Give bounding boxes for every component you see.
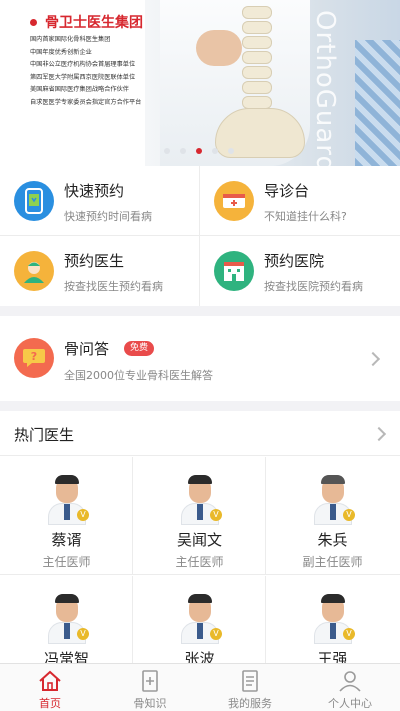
- doctor-icon: [14, 251, 54, 291]
- knowledge-icon: [142, 670, 158, 692]
- tab-label: 个人中心: [328, 697, 372, 710]
- verified-icon: V: [343, 509, 355, 521]
- doctor-card[interactable]: V 吴闻文 主任医师: [133, 457, 266, 575]
- doctor-title: 主任医师: [175, 555, 224, 569]
- bone-qa-entry[interactable]: ? 骨问答 免费 全国2000位专业骨科医生解答: [0, 316, 400, 401]
- banner-watermark: OrthoGuard: [310, 10, 340, 166]
- doctor-title: 副主任医师: [302, 555, 363, 569]
- entry-title: 预约医院: [264, 252, 325, 270]
- verified-icon: V: [77, 509, 89, 521]
- brand-dot-icon: [30, 18, 37, 26]
- brand-line: 中国非公立医疗机构协会首届理事单位: [30, 61, 136, 69]
- book-hospital-entry[interactable]: 预约医院 按查找医院预约看病: [200, 236, 400, 306]
- brand-line: 自求医医学专家委员会指定官方合作平台: [30, 98, 142, 106]
- entry-subtitle: 不知道挂什么科?: [264, 210, 347, 223]
- carousel-dot[interactable]: [212, 148, 218, 154]
- hospital-bed-icon: [214, 181, 254, 221]
- tab-knowledge[interactable]: 骨知识: [100, 664, 200, 711]
- brand-title: 骨卫士医生集团: [45, 15, 143, 31]
- doctor-card[interactable]: V 朱兵 副主任医师: [266, 457, 400, 575]
- promo-banner[interactable]: OrthoGuard 骨卫士医生集团 国内首家国际化骨科医生集团 中国年度优秀创…: [0, 0, 400, 166]
- book-doctor-entry[interactable]: 预约医生 按查找医生预约看病: [0, 236, 200, 306]
- entry-subtitle: 按查找医生预约看病: [64, 280, 163, 293]
- tab-label: 首页: [39, 697, 61, 710]
- chevron-right-icon: [371, 426, 387, 442]
- carousel-dot[interactable]: [164, 148, 170, 154]
- triage-desk-entry[interactable]: 导诊台 不知道挂什么科?: [200, 166, 400, 236]
- verified-icon: V: [210, 628, 222, 640]
- chevron-right-icon: [365, 351, 381, 367]
- doctor-title: 主任医师: [42, 555, 91, 569]
- entry-subtitle: 快速预约时间看病: [64, 210, 152, 223]
- qa-title: 骨问答: [64, 340, 110, 358]
- brand-line: 中国年度优秀创新企业: [30, 48, 92, 56]
- bottom-tab-bar: 首页 骨知识 我的服务 个人中心: [0, 663, 400, 711]
- entry-title: 导诊台: [264, 182, 310, 200]
- quick-entry-grid: 快速预约 快速预约时间看病 导诊台 不知道挂什么科? 预约医生 按查找医生预约看…: [0, 166, 400, 306]
- tab-profile[interactable]: 个人中心: [300, 664, 400, 711]
- banner-brand: 骨卫士医生集团: [30, 12, 143, 32]
- verified-icon: V: [210, 509, 222, 521]
- entry-title: 快速预约: [64, 182, 125, 200]
- hot-doctors-header[interactable]: 热门医生: [0, 411, 400, 456]
- doctor-hand: [196, 30, 242, 66]
- brand-line: 第四军医大学附属西京医院医联体单位: [30, 73, 136, 81]
- service-icon: [242, 670, 258, 692]
- entry-title: 预约医生: [64, 252, 125, 270]
- home-screen: OrthoGuard 骨卫士医生集团 国内首家国际化骨科医生集团 中国年度优秀创…: [0, 0, 400, 711]
- quick-booking-entry[interactable]: 快速预约 快速预约时间看病: [0, 166, 200, 236]
- carousel-dot[interactable]: [228, 148, 234, 154]
- doctor-name: 蔡谞: [51, 531, 82, 549]
- verified-icon: V: [77, 628, 89, 640]
- tab-label: 我的服务: [228, 697, 272, 710]
- home-icon: [39, 670, 61, 691]
- section-title: 热门医生: [14, 426, 75, 444]
- brand-description: 国内首家国际化骨科医生集团 中国年度优秀创新企业 中国非公立医疗机构协会首届理事…: [30, 34, 141, 110]
- verified-icon: V: [343, 628, 355, 640]
- hot-doctors-section: 热门医生 V 蔡谞 主任医师 V 吴闻文 主任医师 V 朱兵 副主任医师 V 冯…: [0, 411, 400, 694]
- brand-line: 美国麻省国际医疗集团战略合作伙伴: [30, 86, 129, 94]
- doctor-name: 朱兵: [317, 531, 348, 549]
- brand-line: 国内首家国际化骨科医生集团: [30, 36, 111, 43]
- phone-calendar-icon: [14, 181, 54, 221]
- hospital-icon: [214, 251, 254, 291]
- tab-home[interactable]: 首页: [0, 664, 100, 711]
- tab-my-services[interactable]: 我的服务: [200, 664, 300, 711]
- svg-text:?: ?: [31, 350, 37, 363]
- user-icon: [339, 671, 361, 692]
- carousel-dot[interactable]: [180, 148, 186, 154]
- doctor-name: 吴闻文: [176, 531, 222, 549]
- carousel-indicator: [164, 148, 244, 154]
- question-chat-icon: ?: [14, 338, 54, 378]
- tab-label: 骨知识: [133, 697, 167, 710]
- doctor-card[interactable]: V 蔡谞 主任医师: [0, 457, 133, 575]
- free-badge: 免费: [124, 341, 155, 356]
- qa-subtitle: 全国2000位专业骨科医生解答: [64, 369, 213, 382]
- entry-subtitle: 按查找医院预约看病: [264, 280, 363, 293]
- patient-shirt: [355, 40, 400, 166]
- carousel-dot-active[interactable]: [196, 148, 202, 154]
